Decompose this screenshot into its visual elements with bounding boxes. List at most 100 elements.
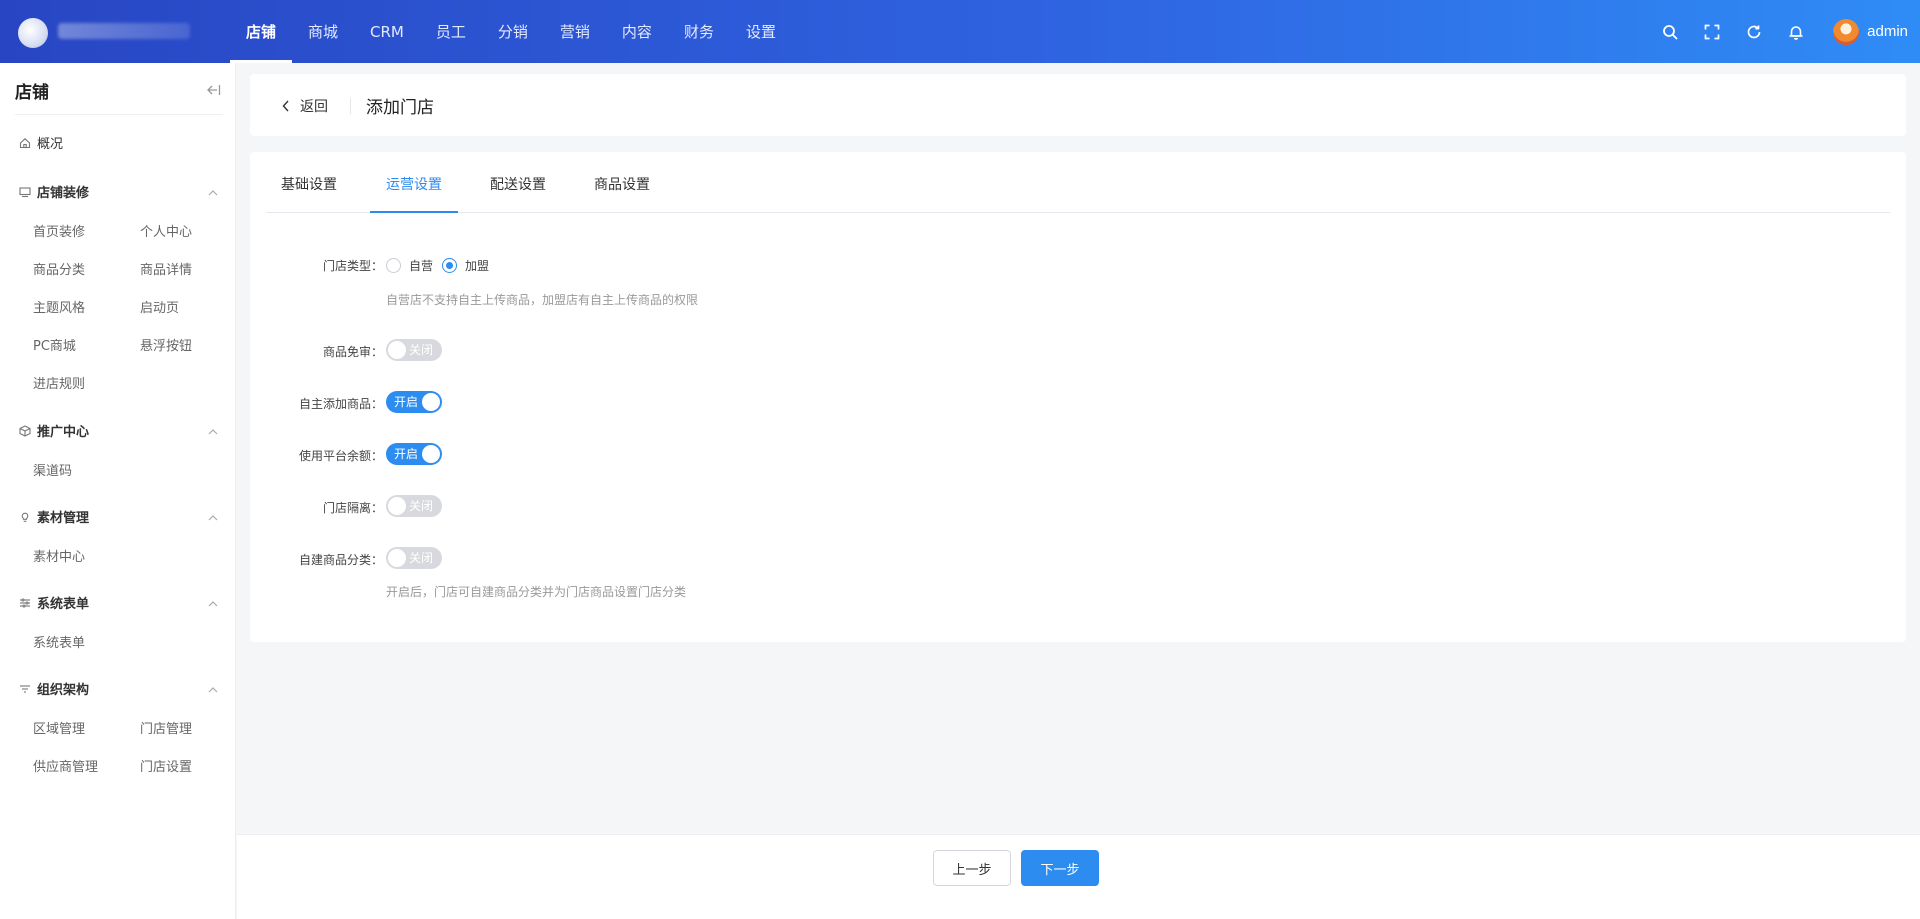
sidebar-item-label: 概况 [37,137,64,152]
sliders-icon [18,596,31,609]
chevron-up-icon [208,424,218,439]
header-divider [350,98,351,114]
sidebar-group-materials[interactable]: 素材管理 [18,507,218,526]
sidebar-group-label: 系统表单 [37,597,90,612]
nav-item-store[interactable]: 店铺 [230,0,293,63]
switch-knob [388,341,406,359]
tab-delivery-settings[interactable]: 配送设置 [490,174,546,194]
radio-dot [386,258,401,273]
settings-tabs: 基础设置 运营设置 配送设置 商品设置 [266,152,1890,213]
sidebar-group-system-forms[interactable]: 系统表单 [18,593,218,612]
nav-item-crm[interactable]: CRM [354,0,420,63]
sidebar-item-pc-mall[interactable]: PC商城 [33,335,76,354]
radio-label: 自营 [409,259,434,273]
user-avatar[interactable] [1833,18,1860,45]
search-icon[interactable] [1649,0,1691,63]
self-add-product-switch[interactable]: 开启 [386,391,442,413]
sidebar-group-label: 素材管理 [37,511,90,526]
back-button[interactable]: 返回 [282,96,328,116]
nav-item-staff[interactable]: 员工 [420,0,482,63]
main-nav: 店铺 商城 CRM 员工 分销 营销 内容 财务 设置 [230,0,792,63]
custom-category-hint: 开启后，门店可自建商品分类并为门店商品设置门店分类 [386,585,687,599]
top-toolbar: admin [1649,0,1920,63]
chevron-up-icon [208,596,218,611]
sidebar-item-material-center[interactable]: 素材中心 [33,546,85,565]
sidebar-group-label: 店铺装修 [37,186,90,201]
store-isolation-label: 门店隔离： [322,501,383,515]
switch-knob [422,393,440,411]
page-title: 添加门店 [366,98,434,118]
radio-franchise[interactable]: 加盟 [442,257,489,274]
sidebar-item-overview[interactable]: 概况 [18,133,63,152]
brand-logo[interactable] [18,18,48,48]
sidebar-item-theme-style[interactable]: 主题风格 [33,297,85,316]
home-icon [18,136,31,149]
sidebar-item-product-detail[interactable]: 商品详情 [140,259,192,278]
self-add-product-label: 自主添加商品： [298,397,383,411]
store-isolation-switch[interactable]: 关闭 [386,495,442,517]
store-type-hint: 自营店不支持自主上传商品，加盟店有自主上传商品的权限 [386,293,699,307]
switch-text: 关闭 [408,499,433,513]
tab-operation-settings[interactable]: 运营设置 [386,174,442,194]
chevron-up-icon [208,510,218,525]
sidebar-header: 店铺 [15,63,223,115]
user-name[interactable]: admin [1867,23,1908,40]
tab-product-settings[interactable]: 商品设置 [594,174,650,194]
platform-balance-label: 使用平台余额： [298,449,383,463]
switch-text: 关闭 [408,343,433,357]
sidebar-group-label: 组织架构 [37,683,90,698]
platform-balance-switch[interactable]: 开启 [386,443,442,465]
nav-item-settings[interactable]: 设置 [730,0,792,63]
sidebar-item-launch-page[interactable]: 启动页 [140,297,179,316]
sidebar-item-home-decoration[interactable]: 首页装修 [33,221,85,240]
switch-text: 关闭 [408,551,433,565]
collapse-sidebar-icon[interactable] [206,81,221,100]
next-step-button[interactable]: 下一步 [1021,850,1099,886]
sidebar-item-store-entry-rules[interactable]: 进店规则 [33,373,85,392]
nav-item-mall[interactable]: 商城 [292,0,354,63]
sidebar-item-floating-button[interactable]: 悬浮按钮 [140,335,192,354]
fullscreen-icon[interactable] [1691,0,1733,63]
tab-basic-settings[interactable]: 基础设置 [281,174,337,194]
sidebar-item-channel-code[interactable]: 渠道码 [33,460,72,479]
nav-item-marketing[interactable]: 营销 [544,0,606,63]
radio-label: 加盟 [465,259,490,273]
form-card: 基础设置 运营设置 配送设置 商品设置 门店类型： 自营 加盟 自营店不支持自主… [250,152,1906,642]
page-header: 返回 添加门店 [250,74,1906,136]
sidebar-item-store-management[interactable]: 门店管理 [140,718,192,737]
switch-knob [388,549,406,567]
bell-icon[interactable] [1775,0,1817,63]
sidebar-item-system-form[interactable]: 系统表单 [33,632,85,651]
switch-text: 开启 [394,447,419,461]
brand-name-blurred [58,23,190,39]
product-review-exempt-switch[interactable]: 关闭 [386,339,442,361]
refresh-icon[interactable] [1733,0,1775,63]
sidebar-group-promotion[interactable]: 推广中心 [18,421,218,440]
custom-category-label: 自建商品分类： [298,553,383,567]
nav-item-distribution[interactable]: 分销 [482,0,544,63]
switch-knob [388,497,406,515]
active-tab-indicator [370,211,458,213]
sidebar-group-store-decoration[interactable]: 店铺装修 [18,182,218,201]
chevron-left-icon [282,100,289,112]
sidebar-item-supplier-management[interactable]: 供应商管理 [33,756,98,775]
previous-step-button[interactable]: 上一步 [933,850,1011,886]
nav-item-content[interactable]: 内容 [606,0,668,63]
filter-icon [18,682,31,695]
sidebar-item-product-category[interactable]: 商品分类 [33,259,85,278]
sidebar-group-organization[interactable]: 组织架构 [18,679,218,698]
sidebar: 店铺 概况 店铺装修 首页装修 个人中心 商品分类 商品详情 主题风格 启动页 … [0,63,236,919]
switch-text: 开启 [394,395,419,409]
switch-knob [422,445,440,463]
sidebar-item-personal-center[interactable]: 个人中心 [140,221,192,240]
sidebar-item-region-management[interactable]: 区域管理 [33,718,85,737]
chevron-up-icon [208,185,218,200]
chevron-up-icon [208,682,218,697]
custom-category-switch[interactable]: 关闭 [386,547,442,569]
sidebar-item-store-settings[interactable]: 门店设置 [140,756,192,775]
product-review-exempt-label: 商品免审： [322,345,383,359]
radio-self-operated[interactable]: 自营 [386,257,433,274]
nav-item-finance[interactable]: 财务 [668,0,730,63]
lightbulb-icon [18,510,31,523]
top-navigation-bar: 店铺 商城 CRM 员工 分销 营销 内容 财务 设置 admin [0,0,1920,63]
